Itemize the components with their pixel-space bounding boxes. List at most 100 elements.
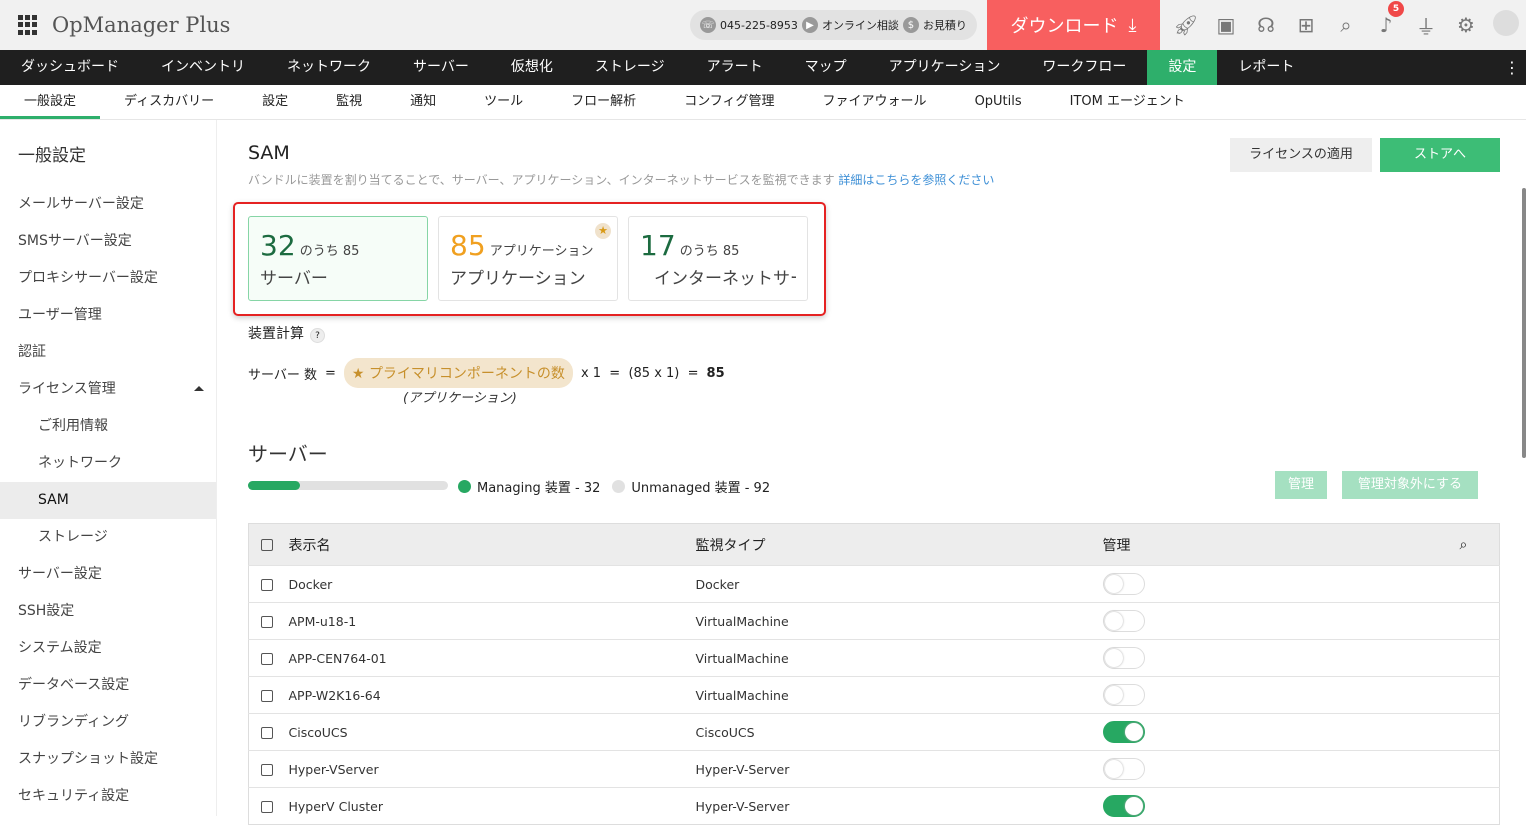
store-button[interactable]: ストアへ bbox=[1380, 138, 1500, 172]
rocket-icon[interactable]: 🚀︎ bbox=[1166, 13, 1206, 37]
checkbox-cell bbox=[248, 713, 289, 751]
main-nav-item[interactable]: サーバー bbox=[392, 50, 490, 85]
manage-toggle[interactable] bbox=[1102, 647, 1145, 669]
row-checkbox[interactable] bbox=[261, 690, 273, 702]
video-icon: ▶ bbox=[801, 17, 818, 33]
main-nav-item[interactable]: ワークフロー bbox=[1021, 50, 1147, 85]
main-nav-item[interactable]: マップ bbox=[784, 50, 868, 85]
unmanage-button[interactable]: 管理対象外にする bbox=[1342, 471, 1478, 499]
sidebar-item[interactable]: リブランディング bbox=[0, 704, 216, 741]
row-checkbox[interactable] bbox=[261, 727, 273, 739]
main-nav-item[interactable]: 仮想化 bbox=[490, 50, 574, 85]
main-nav-item[interactable]: レポート bbox=[1217, 50, 1315, 85]
avatar[interactable] bbox=[1486, 9, 1526, 41]
manage-toggle[interactable] bbox=[1102, 573, 1145, 595]
main-nav-item[interactable]: アラート bbox=[686, 50, 784, 85]
help-icon[interactable]: ? bbox=[310, 328, 325, 343]
sub-nav-item[interactable]: コンフィグ管理 bbox=[660, 85, 798, 119]
table-search-icon[interactable]: ⌕ bbox=[1459, 523, 1500, 566]
row-checkbox[interactable] bbox=[261, 764, 273, 776]
sub-nav-item[interactable]: 通知 bbox=[386, 85, 460, 119]
column-display-name[interactable]: 表示名 bbox=[288, 523, 696, 566]
sidebar-item[interactable]: SSH設定 bbox=[0, 593, 216, 630]
manage-toggle[interactable] bbox=[1102, 684, 1145, 706]
consult-link[interactable]: オンライン相談 bbox=[822, 17, 899, 33]
plug-icon[interactable]: ⏚ bbox=[1406, 11, 1446, 40]
main-nav-item[interactable]: インベントリ bbox=[140, 50, 266, 85]
manage-toggle[interactable] bbox=[1102, 795, 1145, 817]
column-manage[interactable]: 管理 bbox=[1102, 523, 1460, 566]
manage-toggle[interactable] bbox=[1102, 758, 1145, 780]
select-all-checkbox[interactable] bbox=[261, 538, 273, 551]
main-nav: ⋮ ダッシュボード インベントリ ネットワーク サーバー 仮想化 ストレージ アラート マップ… bbox=[0, 50, 1526, 85]
main-nav-item[interactable]: ストレージ bbox=[574, 50, 686, 85]
sidebar-item[interactable]: スナップショット設定 bbox=[0, 741, 216, 778]
sidebar-item[interactable]: ライセンス管理 bbox=[0, 371, 216, 408]
row-checkbox[interactable] bbox=[261, 653, 273, 665]
contact-bar: ☏ 045-225-8953 ▶ オンライン相談 $ お見積り bbox=[690, 10, 977, 40]
sub-nav-item[interactable]: 一般設定 bbox=[0, 85, 101, 119]
main-nav-item[interactable]: ネットワーク bbox=[266, 50, 392, 85]
sidebar-item[interactable]: ストレージ bbox=[0, 519, 216, 556]
download-button[interactable]: ダウンロード ⤓ bbox=[987, 0, 1160, 50]
main-nav-item[interactable]: ダッシュボード bbox=[0, 50, 140, 85]
internet-service-card[interactable]: 17 のうち 85 インターネットサービス bbox=[628, 216, 808, 301]
card-count: 85 bbox=[450, 229, 486, 262]
manage-button[interactable]: 管理 bbox=[1275, 471, 1327, 499]
gift-icon[interactable]: ⊞ bbox=[1286, 13, 1326, 37]
manage-toggle[interactable] bbox=[1102, 721, 1145, 743]
row-checkbox[interactable] bbox=[261, 579, 273, 591]
sidebar-item[interactable]: ご利用情報 bbox=[0, 408, 216, 445]
row-checkbox[interactable] bbox=[261, 801, 273, 813]
sidebar-item[interactable]: ユーザー管理 bbox=[0, 297, 216, 334]
apply-license-button[interactable]: ライセンスの適用 bbox=[1230, 138, 1372, 172]
bell-icon[interactable]: ♪ 5 bbox=[1366, 1, 1406, 37]
app-grid-icon[interactable] bbox=[18, 15, 38, 35]
sidebar-item[interactable]: 認証 bbox=[0, 334, 216, 371]
search-icon[interactable]: ⌕ bbox=[1326, 13, 1366, 37]
sub-nav-item[interactable]: OpUtils bbox=[951, 85, 1046, 119]
sub-nav-item[interactable]: 監視 bbox=[312, 85, 386, 119]
sidebar-item[interactable]: セキュリティ設定 bbox=[0, 778, 216, 815]
sub-nav-item[interactable]: ITOM エージェント bbox=[1046, 85, 1209, 119]
checkbox-cell bbox=[248, 750, 289, 788]
manage-toggle[interactable] bbox=[1102, 610, 1145, 632]
main-content: SAM バンドルに装置を割り当てることで、サーバー、アプリケーション、インターネ… bbox=[233, 120, 1500, 825]
main-nav-item[interactable]: アプリケーション bbox=[868, 50, 1022, 85]
sidebar-item[interactable]: SAM bbox=[0, 482, 216, 519]
main-nav-item[interactable]: 設定 bbox=[1147, 50, 1218, 85]
sidebar-title: 一般設定 bbox=[18, 146, 86, 166]
table-row: APP-W2K16-64 VirtualMachine bbox=[248, 676, 1500, 714]
download-icon: ⤓ bbox=[1128, 14, 1137, 36]
app-logo[interactable]: OpManager Plus bbox=[52, 13, 230, 37]
headset-icon[interactable]: ☊ bbox=[1246, 13, 1286, 37]
presentation-icon[interactable]: ▣ bbox=[1206, 13, 1246, 37]
server-card[interactable]: 32 のうち 85 サーバー bbox=[248, 216, 428, 301]
sub-nav-item[interactable]: ファイアウォール bbox=[799, 85, 951, 119]
sidebar-item[interactable]: ネットワーク bbox=[0, 445, 216, 482]
sidebar-item[interactable]: SMSサーバー設定 bbox=[0, 223, 216, 260]
table-row: HyperV Cluster Hyper-V-Server bbox=[248, 787, 1500, 825]
scrollbar[interactable] bbox=[1522, 188, 1526, 458]
phone-number[interactable]: 045-225-8953 bbox=[720, 19, 798, 32]
row-type: VirtualMachine bbox=[695, 676, 1103, 714]
more-menu-icon[interactable]: ⋮ bbox=[1504, 50, 1520, 85]
quote-link[interactable]: お見積り bbox=[923, 17, 967, 33]
sub-nav-item[interactable]: フロー解析 bbox=[547, 85, 660, 119]
sub-nav-item[interactable]: ツール bbox=[460, 85, 547, 119]
row-name: Hyper-VServer bbox=[288, 750, 696, 788]
sidebar-item[interactable]: データベース設定 bbox=[0, 667, 216, 704]
column-monitor-type[interactable]: 監視タイプ bbox=[695, 523, 1103, 566]
toggle-cell bbox=[1102, 750, 1460, 788]
gear-icon[interactable]: ⚙ bbox=[1446, 13, 1486, 37]
sidebar-item[interactable]: メールサーバー設定 bbox=[0, 186, 216, 223]
sidebar-item[interactable]: システム設定 bbox=[0, 630, 216, 667]
application-card[interactable]: ★ 85 アプリケーション アプリケーション bbox=[438, 216, 618, 301]
sidebar-item[interactable]: サーバー設定 bbox=[0, 556, 216, 593]
sub-nav-item[interactable]: ディスカバリー bbox=[100, 85, 238, 119]
details-link[interactable]: 詳細はこちらを参照ください bbox=[838, 173, 994, 187]
sidebar-item[interactable]: プロキシサーバー設定 bbox=[0, 260, 216, 297]
pill-label: プライマリコンポーネントの数 bbox=[368, 366, 565, 382]
sub-nav-item[interactable]: 設定 bbox=[238, 85, 312, 119]
row-checkbox[interactable] bbox=[261, 616, 273, 628]
